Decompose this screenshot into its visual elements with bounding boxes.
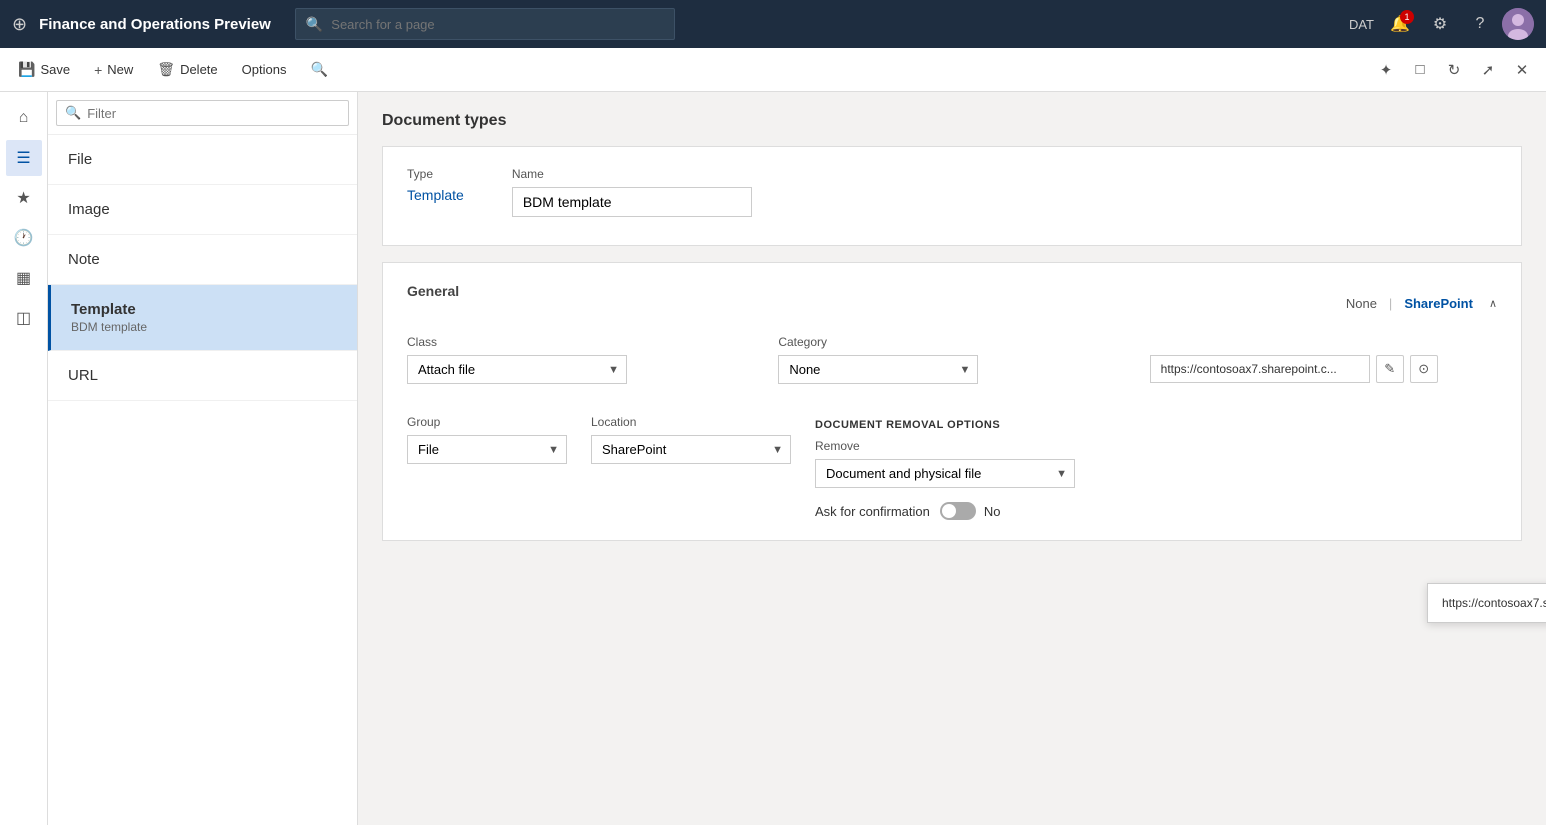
search-icon: 🔍 [306, 16, 323, 33]
general-form: General None | SharePoint ∧ https://cont… [382, 262, 1522, 541]
user-avatar[interactable] [1502, 8, 1534, 40]
notifications-button[interactable]: 🔔 1 [1382, 6, 1418, 42]
refresh-button[interactable]: ↻ [1438, 54, 1470, 86]
filter-icon: 🔍 [65, 105, 81, 121]
fields-grid: Class Attach file Note URL ▼ Category [407, 335, 1497, 399]
left-sidebar: ⌂ ☰ ★ 🕐 ▦ ◫ [0, 92, 48, 825]
filter-area: 🔍 [48, 92, 357, 135]
search-bar[interactable]: 🔍 [295, 8, 675, 40]
filter-input[interactable] [87, 106, 340, 121]
collapse-icon[interactable]: ∧ [1489, 297, 1497, 310]
sidebar-table[interactable]: ▦ [6, 260, 42, 296]
list-items: File Image Note Template BDM template UR… [48, 135, 357, 825]
group-field-group: Group File Image Note URL ▼ [407, 415, 567, 464]
more-sharepoint-button[interactable]: ⊙ [1410, 355, 1438, 383]
settings-button[interactable]: ⚙ [1422, 6, 1458, 42]
category-select[interactable]: None Document Image [778, 355, 978, 384]
location-tab-sharepoint[interactable]: SharePoint [1404, 296, 1473, 311]
remove-select[interactable]: Document and physical file Document only… [815, 459, 1075, 488]
type-field: Type Template [407, 167, 464, 203]
confirmation-toggle[interactable] [940, 502, 976, 520]
sharepoint-url-group: ✎ ⊙ [1150, 335, 1497, 399]
group-select[interactable]: File Image Note URL [407, 435, 567, 464]
location-select-wrap: SharePoint Azure Storage Database ▼ [591, 435, 791, 464]
sharepoint-tooltip: https://contosoax7.sharepoint.com/Shared… [1427, 583, 1546, 623]
delete-icon: 🗑 [157, 61, 175, 78]
app-title: Finance and Operations Preview [39, 16, 271, 33]
list-item-note[interactable]: Note [48, 235, 357, 285]
toggle-knob [942, 504, 956, 518]
expand-button[interactable]: ➚ [1472, 54, 1504, 86]
class-select[interactable]: Attach file Note URL [407, 355, 627, 384]
section-title: Document types [382, 112, 1522, 130]
notification-badge: 1 [1400, 10, 1414, 24]
new-icon: + [94, 62, 102, 78]
list-item-url[interactable]: URL [48, 351, 357, 401]
general-content: https://contosoax7.sharepoint.com/Shared… [407, 335, 1497, 520]
location-tab-none[interactable]: None [1346, 296, 1377, 311]
list-item-file[interactable]: File [48, 135, 357, 185]
search-input[interactable] [331, 17, 664, 32]
env-label: DAT [1349, 17, 1374, 32]
personalize-button[interactable]: ✦ [1370, 54, 1402, 86]
office-button[interactable]: □ [1404, 54, 1436, 86]
location-select[interactable]: SharePoint Azure Storage Database [591, 435, 791, 464]
group-select-wrap: File Image Note URL ▼ [407, 435, 567, 464]
close-button[interactable]: ✕ [1506, 54, 1538, 86]
category-select-wrap: None Document Image ▼ [778, 355, 978, 384]
remove-field-group: Remove Document and physical file Docume… [815, 439, 1075, 488]
category-field-group: Category None Document Image ▼ [778, 335, 1125, 399]
doc-removal-section: DOCUMENT REMOVAL OPTIONS Remove Document… [815, 419, 1075, 520]
search-toolbar-icon: 🔍 [310, 61, 327, 78]
sidebar-star[interactable]: ★ [6, 180, 42, 216]
sidebar-home[interactable]: ⌂ [6, 100, 42, 136]
confirmation-row: Ask for confirmation No [815, 502, 1075, 520]
type-name-form: Type Template Name [382, 146, 1522, 246]
help-button[interactable]: ? [1462, 6, 1498, 42]
save-icon: 💾 [18, 61, 35, 78]
location-field-group: Location SharePoint Azure Storage Databa… [591, 415, 791, 464]
list-item-image[interactable]: Image [48, 185, 357, 235]
new-button[interactable]: + New [84, 57, 143, 83]
options-button[interactable]: Options [232, 57, 297, 82]
name-input[interactable] [512, 187, 752, 217]
type-link[interactable]: Template [407, 187, 464, 203]
sharepoint-url-input[interactable] [1150, 355, 1370, 383]
delete-button[interactable]: 🗑 Delete [147, 56, 227, 83]
save-button[interactable]: 💾 Save [8, 56, 80, 83]
toolbar: 💾 Save + New 🗑 Delete Options 🔍 ✦ □ ↻ ➚ … [0, 48, 1546, 92]
location-tabs: None | SharePoint ∧ [1346, 296, 1497, 311]
search-toolbar-button[interactable]: 🔍 [300, 56, 337, 83]
sidebar-list[interactable]: ☰ [6, 140, 42, 176]
list-item-template[interactable]: Template BDM template [48, 285, 357, 351]
grid-icon[interactable]: ⊕ [12, 14, 27, 35]
sidebar-grid[interactable]: ◫ [6, 300, 42, 336]
class-select-wrap: Attach file Note URL ▼ [407, 355, 627, 384]
list-panel: 🔍 File Image Note Template BDM template … [48, 92, 358, 825]
remove-select-wrap: Document and physical file Document only… [815, 459, 1075, 488]
toggle-value: No [984, 504, 1001, 519]
name-field: Name [512, 167, 752, 217]
sidebar-clock[interactable]: 🕐 [6, 220, 42, 256]
content-area: Document types Type Template Name Genera… [358, 92, 1546, 825]
edit-sharepoint-button[interactable]: ✎ [1376, 355, 1404, 383]
class-field-group: Class Attach file Note URL ▼ [407, 335, 754, 399]
